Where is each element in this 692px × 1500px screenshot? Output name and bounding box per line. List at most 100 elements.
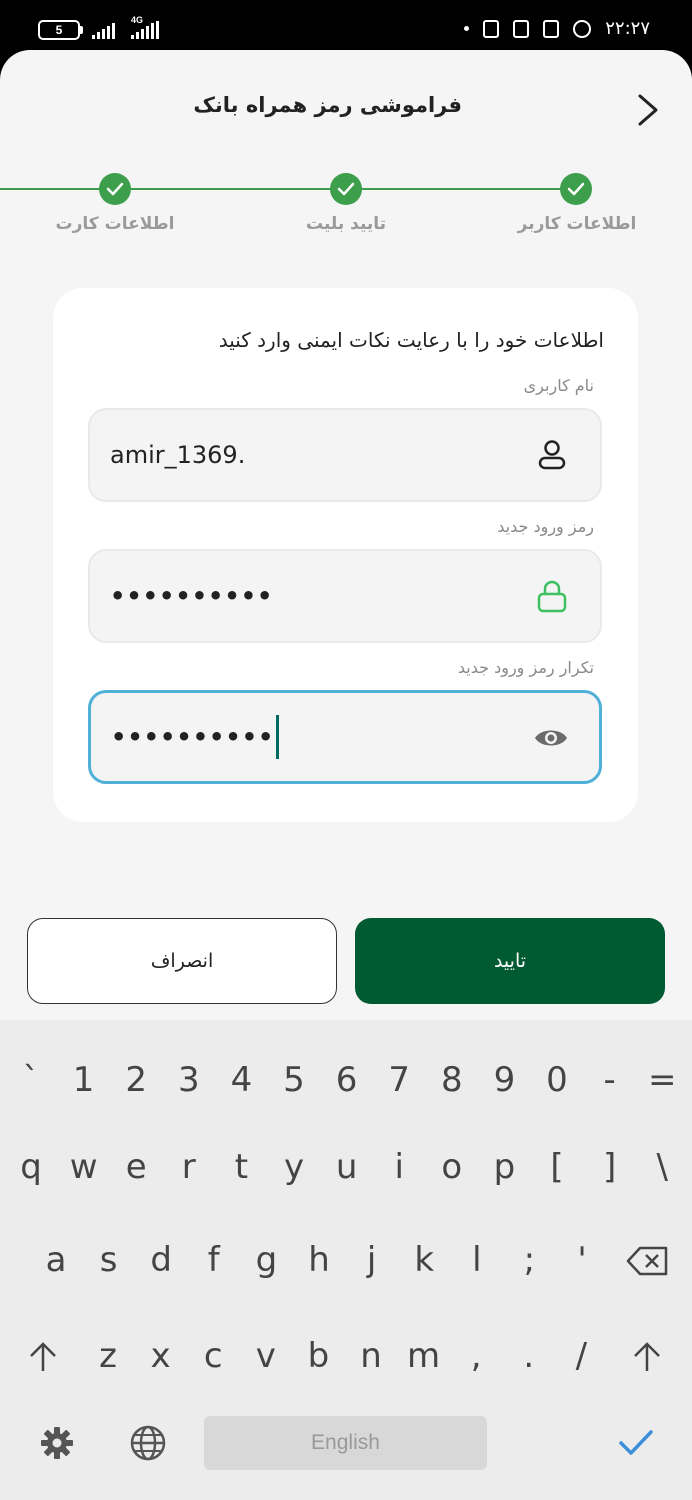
- shift-right-icon[interactable]: [632, 1341, 662, 1373]
- signal-4g-icon: 4G: [131, 15, 159, 39]
- key-row3-10[interactable]: ': [557, 1225, 607, 1295]
- step-check-icon-2: [330, 173, 362, 205]
- text-caret: [276, 715, 280, 759]
- key-row3-8[interactable]: l: [452, 1225, 502, 1295]
- step-check-icon-1: [560, 173, 592, 205]
- header: فراموشی رمز همراه بانک: [0, 50, 692, 170]
- key-row2-8[interactable]: o: [427, 1132, 477, 1202]
- keyboard-row-1: ` 1 2 3 4 5 6 7 8 9 0- =: [0, 1045, 692, 1115]
- confirm-password-wrap: ••••••••••: [111, 693, 280, 781]
- stepper: اطلاعات کاربر تایید بلیت اطلاعات کارت: [0, 170, 692, 260]
- key-row3-6[interactable]: j: [347, 1225, 397, 1295]
- key-row4-4[interactable]: b: [293, 1321, 343, 1391]
- key-row2-9[interactable]: p: [479, 1132, 529, 1202]
- key-row4-5[interactable]: n: [346, 1321, 396, 1391]
- cancel-button[interactable]: انصراف: [27, 918, 337, 1004]
- key-row2-4[interactable]: t: [216, 1132, 266, 1202]
- signal-icon: [92, 21, 115, 39]
- status-right: ۲۲:۲۷: [464, 18, 650, 39]
- step-label-card-info: اطلاعات کارت: [55, 214, 175, 234]
- keyboard-row-3: a s d f g h j k l; ': [0, 1225, 692, 1295]
- new-password-label: رمز ورود جدید: [497, 517, 594, 536]
- key-row4-6[interactable]: m: [399, 1321, 449, 1391]
- notification-dot-icon: [464, 26, 470, 31]
- key-row2-11[interactable]: ]: [585, 1132, 635, 1202]
- step-label-user-info: اطلاعات کاربر: [517, 214, 637, 234]
- key-row2-10[interactable]: [: [532, 1132, 582, 1202]
- confirm-button[interactable]: تایید: [355, 918, 665, 1004]
- status-time: ۲۲:۲۷: [605, 18, 650, 39]
- key-row1-2[interactable]: 2: [111, 1045, 161, 1115]
- key-row2-6[interactable]: u: [322, 1132, 372, 1202]
- keyboard: ` 1 2 3 4 5 6 7 8 9 0- = q w e r t y u i o p[] \ a s d f g h j k l; ' …: [0, 1020, 692, 1500]
- key-row1-10[interactable]: 0: [532, 1045, 582, 1115]
- chevron-right-icon[interactable]: [632, 90, 662, 130]
- status-left: 5 4G: [38, 15, 159, 40]
- space-bar[interactable]: English: [204, 1416, 487, 1470]
- username-value: amir_1369.: [110, 441, 246, 469]
- key-row1-6[interactable]: 6: [322, 1045, 372, 1115]
- key-row1-0[interactable]: `: [6, 1045, 56, 1115]
- stepper-line: [0, 188, 577, 190]
- key-row1-1[interactable]: 1: [59, 1045, 109, 1115]
- clipboard-icon: [513, 19, 530, 38]
- new-password-field[interactable]: ••••••••••: [88, 549, 602, 643]
- confirm-password-field[interactable]: ••••••••••: [88, 690, 602, 784]
- key-row1-8[interactable]: 8: [427, 1045, 477, 1115]
- key-row4-7[interactable]: ,: [451, 1321, 501, 1391]
- keyboard-row-2: q w e r t y u i o p[] \: [0, 1132, 692, 1202]
- key-row3-0[interactable]: a: [31, 1225, 81, 1295]
- key-row3-9[interactable]: ;: [504, 1225, 554, 1295]
- message-icon: [483, 19, 500, 38]
- key-row4-3[interactable]: v: [241, 1321, 291, 1391]
- key-row2-1[interactable]: w: [59, 1132, 109, 1202]
- confirm-password-value: ••••••••••: [111, 723, 275, 751]
- confirm-password-label: تکرار رمز ورود جدید: [457, 658, 594, 677]
- key-row4-1[interactable]: x: [136, 1321, 186, 1391]
- backspace-icon[interactable]: [626, 1245, 670, 1277]
- form-card: اطلاعات خود را با رعایت نکات ایمنی وارد …: [53, 288, 638, 822]
- key-row2-7[interactable]: i: [374, 1132, 424, 1202]
- username-field[interactable]: amir_1369.: [88, 408, 602, 502]
- key-row2-3[interactable]: r: [164, 1132, 214, 1202]
- key-row2-0[interactable]: q: [6, 1132, 56, 1202]
- key-row3-4[interactable]: g: [241, 1225, 291, 1295]
- key-row4-9[interactable]: /: [556, 1321, 606, 1391]
- check-icon[interactable]: [618, 1428, 654, 1458]
- key-row1-9[interactable]: 9: [479, 1045, 529, 1115]
- key-row2-12[interactable]: \: [637, 1132, 687, 1202]
- key-row1-5[interactable]: 5: [269, 1045, 319, 1115]
- shift-left-icon[interactable]: [28, 1341, 58, 1373]
- battery-level: 5: [55, 23, 63, 37]
- page-title: فراموشی رمز همراه بانک: [193, 93, 462, 117]
- form-instruction: اطلاعات خود را با رعایت نکات ایمنی وارد …: [218, 328, 604, 352]
- key-row3-3[interactable]: f: [189, 1225, 239, 1295]
- key-row4-0[interactable]: z: [83, 1321, 133, 1391]
- key-row1-7[interactable]: 7: [374, 1045, 424, 1115]
- key-row1-4[interactable]: 4: [216, 1045, 266, 1115]
- key-row1-12[interactable]: =: [637, 1045, 687, 1115]
- battery-icon: 5: [38, 20, 83, 40]
- lock-icon: [537, 580, 567, 613]
- alarm-icon: [573, 19, 592, 38]
- key-row1-11[interactable]: -: [585, 1045, 635, 1115]
- key-row2-2[interactable]: e: [111, 1132, 161, 1202]
- key-row3-7[interactable]: k: [399, 1225, 449, 1295]
- key-row3-1[interactable]: s: [84, 1225, 134, 1295]
- globe-icon[interactable]: [129, 1424, 167, 1462]
- key-row3-5[interactable]: h: [294, 1225, 344, 1295]
- user-icon: [538, 440, 566, 470]
- key-row4-2[interactable]: c: [188, 1321, 238, 1391]
- step-check-icon-3: [99, 173, 131, 205]
- eye-icon[interactable]: [533, 720, 569, 756]
- key-row3-2[interactable]: d: [136, 1225, 186, 1295]
- username-label: نام کاربری: [523, 376, 594, 395]
- keyboard-row-4: z x c v b n m,. /: [0, 1321, 692, 1391]
- key-row2-5[interactable]: y: [269, 1132, 319, 1202]
- step-label-ticket: تایید بلیت: [305, 214, 387, 234]
- gear-icon[interactable]: [40, 1426, 74, 1460]
- key-row4-8[interactable]: .: [504, 1321, 554, 1391]
- key-row1-3[interactable]: 3: [164, 1045, 214, 1115]
- clipboard-icon-2: [543, 19, 560, 38]
- new-password-value: ••••••••••: [110, 582, 274, 610]
